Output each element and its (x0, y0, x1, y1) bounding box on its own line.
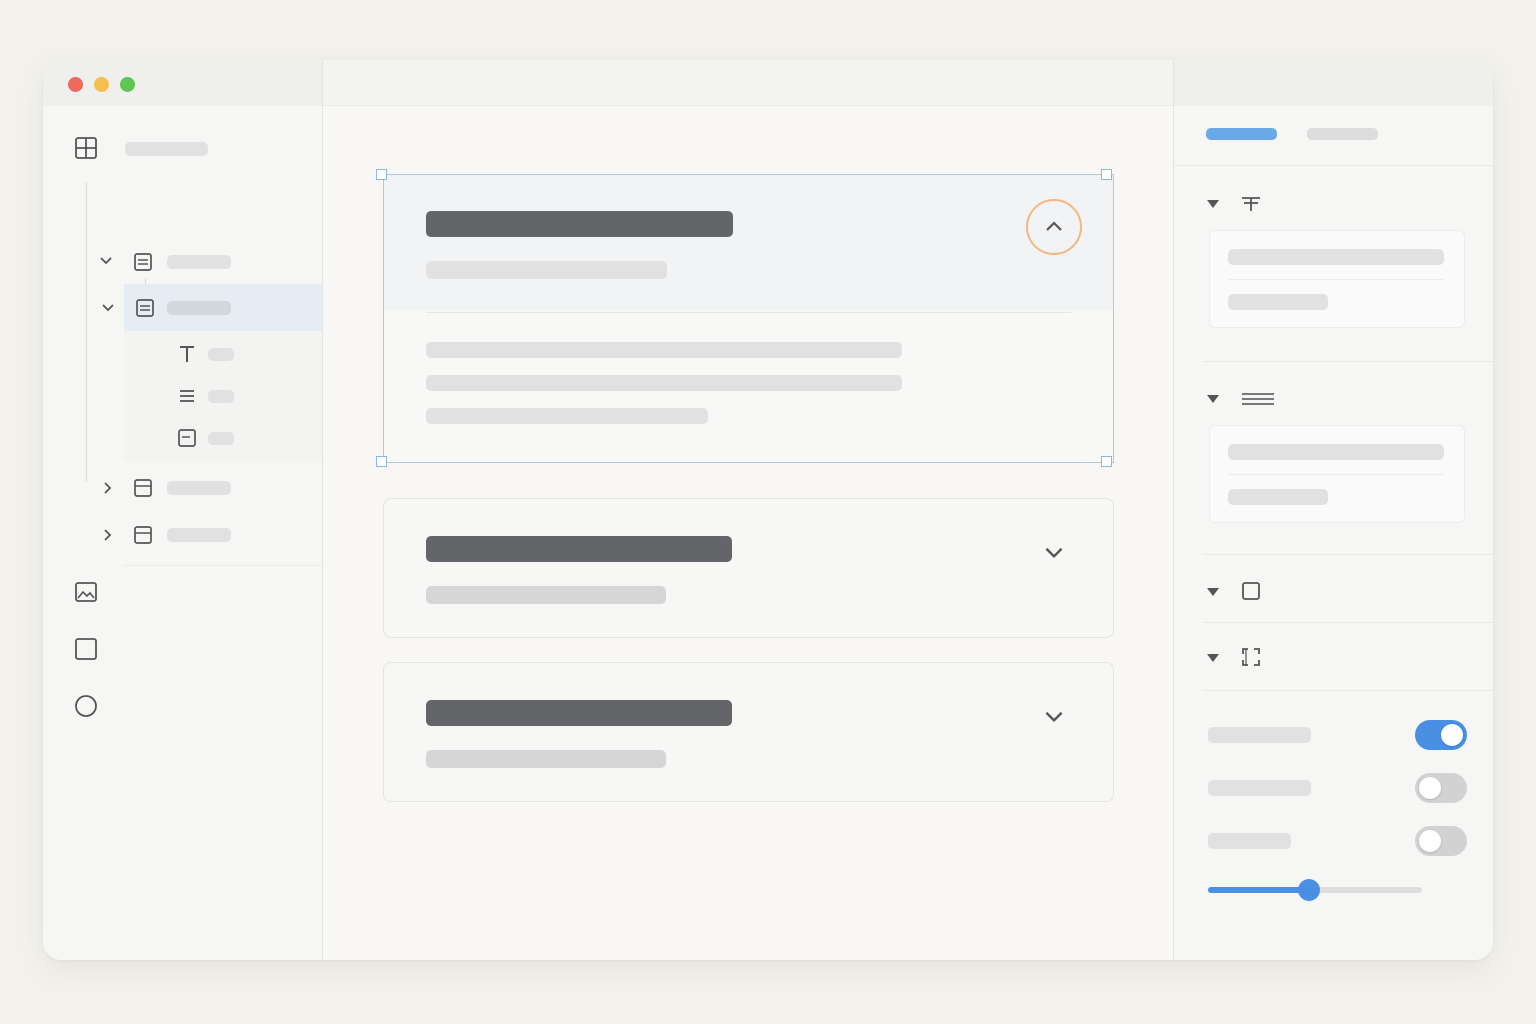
accordion-subtitle-placeholder (426, 586, 666, 604)
collapse-button[interactable] (1026, 199, 1082, 255)
inspector-header (1174, 60, 1493, 106)
divider (1228, 474, 1444, 475)
accordion-body-line (426, 342, 902, 358)
divider (1202, 361, 1493, 362)
caret-down-icon[interactable] (1206, 652, 1220, 664)
square-icon[interactable] (74, 637, 98, 661)
caret-down-icon[interactable] (1206, 393, 1220, 405)
accordion-subtitle-placeholder (426, 261, 667, 279)
property-value-placeholder (1228, 294, 1328, 310)
accordion-item-collapsed[interactable] (383, 498, 1114, 638)
resize-handle-top-left[interactable] (376, 169, 387, 180)
accordion-subtitle-placeholder (426, 750, 666, 768)
layer-name-placeholder (208, 390, 234, 403)
accordion-header[interactable] (384, 175, 1113, 311)
toggle-switch-1[interactable] (1415, 720, 1467, 750)
frame-icon (134, 479, 152, 497)
toggle-switch-3[interactable] (1415, 826, 1467, 856)
chevron-up-icon (1046, 221, 1062, 231)
design-canvas[interactable] (322, 60, 1174, 960)
list-icon (180, 390, 194, 402)
text-align-icon (1242, 197, 1260, 211)
maximize-window-button[interactable] (120, 77, 135, 92)
accordion-body-line (426, 375, 902, 391)
layer-name-placeholder (208, 432, 234, 445)
property-value-placeholder (1228, 489, 1328, 505)
property-box[interactable] (1209, 425, 1465, 523)
divider (1202, 554, 1493, 555)
property-field-placeholder (1228, 249, 1444, 265)
inspector-panel (1174, 60, 1493, 960)
chevron-right-icon[interactable] (101, 528, 115, 542)
accordion-title-placeholder (426, 700, 732, 726)
toggle-label-placeholder (1208, 727, 1311, 743)
caret-down-icon[interactable] (1206, 198, 1220, 210)
property-field-placeholder (1228, 444, 1444, 460)
layer-name-placeholder (167, 528, 231, 542)
accordion-body-line (426, 408, 708, 424)
slider-thumb[interactable] (1297, 879, 1320, 901)
resize-handle-top-right[interactable] (1101, 169, 1112, 180)
layer-name-placeholder (167, 255, 231, 269)
divider (123, 565, 323, 566)
chevron-down-icon[interactable] (101, 301, 115, 315)
chevron-right-icon[interactable] (101, 481, 115, 495)
app-window (43, 60, 1493, 960)
frame-icon (134, 253, 152, 271)
layer-name-placeholder (208, 348, 234, 361)
minimize-window-button[interactable] (94, 77, 109, 92)
resize-handle-bottom-left[interactable] (376, 456, 387, 467)
tab-design-active[interactable] (1206, 128, 1277, 140)
corners-icon (1242, 648, 1260, 666)
circle-icon[interactable] (74, 694, 98, 718)
image-icon[interactable] (74, 580, 98, 604)
lines-icon (1242, 393, 1274, 405)
layer-name-placeholder (167, 301, 231, 315)
tab-prototype[interactable] (1307, 128, 1378, 140)
chevron-down-icon[interactable] (1041, 703, 1067, 729)
square-icon (1242, 582, 1260, 600)
property-box[interactable] (1209, 230, 1465, 328)
grid-icon[interactable] (74, 136, 98, 160)
accordion-title-placeholder (426, 211, 733, 237)
slider-fill (1208, 887, 1309, 893)
layer-name-placeholder (167, 481, 231, 495)
tree-guide-line (86, 182, 87, 482)
toggle-label-placeholder (1208, 833, 1291, 849)
toggle-switch-2[interactable] (1415, 773, 1467, 803)
chevron-down-icon[interactable] (99, 254, 113, 268)
frame-icon (178, 429, 196, 447)
chevron-down-icon[interactable] (1041, 539, 1067, 565)
caret-down-icon[interactable] (1206, 586, 1220, 598)
accordion-item-collapsed[interactable] (383, 662, 1114, 802)
resize-handle-bottom-right[interactable] (1101, 456, 1112, 467)
toggle-label-placeholder (1208, 780, 1311, 796)
divider (1174, 165, 1493, 166)
frame-icon (134, 526, 152, 544)
divider (1202, 622, 1493, 623)
slider[interactable] (1208, 875, 1422, 905)
divider (426, 312, 1071, 313)
divider (1228, 279, 1444, 280)
frame-icon (136, 299, 154, 317)
accordion-item-expanded[interactable] (383, 174, 1114, 463)
accordion-title-placeholder (426, 536, 732, 562)
text-icon (180, 346, 194, 362)
layers-sidebar (43, 106, 323, 960)
divider (1202, 690, 1493, 691)
title-bar (43, 60, 323, 106)
page-name-placeholder (125, 142, 208, 156)
close-window-button[interactable] (68, 77, 83, 92)
canvas-toolbar (323, 60, 1173, 106)
